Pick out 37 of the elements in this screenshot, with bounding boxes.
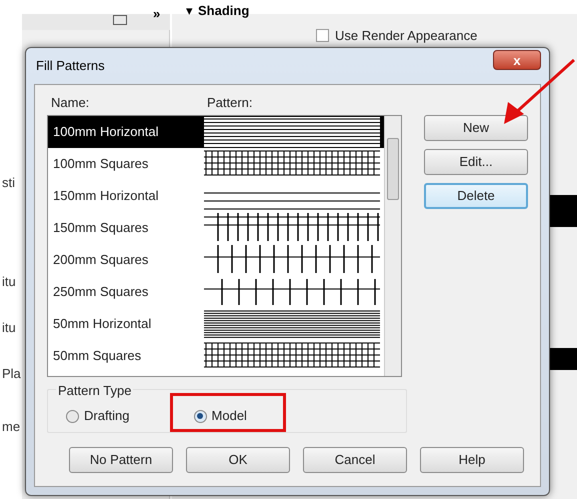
checkbox-label: Use Render Appearance	[335, 27, 478, 45]
panel-icon	[113, 15, 127, 25]
dialog-button[interactable]: New	[424, 115, 528, 141]
scrollbar[interactable]	[384, 116, 401, 376]
dark-bar	[550, 195, 577, 227]
property-label: itu	[2, 319, 16, 337]
dialog-button[interactable]: Cancel	[303, 447, 407, 473]
property-label: Pla	[2, 365, 21, 383]
dialog-button[interactable]: No Pattern	[69, 447, 173, 473]
dark-bar	[550, 348, 577, 370]
column-header: Name:	[50, 94, 90, 112]
checkbox[interactable]	[316, 29, 329, 42]
property-label: itu	[2, 273, 16, 291]
column-header: Pattern:	[207, 94, 253, 112]
radio-label: Drafting	[84, 407, 130, 426]
dialog-button[interactable]: Edit...	[424, 149, 528, 175]
section-header[interactable]: Shading	[198, 4, 250, 17]
window-title: Fill Patterns	[36, 57, 105, 76]
pattern-row[interactable]: 250mm Squares	[48, 276, 384, 308]
pattern-row[interactable]: 150mm Squares	[48, 212, 384, 244]
radio-button[interactable]	[66, 410, 79, 422]
pattern-row[interactable]: 200mm Squares	[48, 244, 384, 276]
pattern-row[interactable]: 50mm Squares	[48, 340, 384, 372]
panel-toggle[interactable]: »	[153, 7, 160, 20]
collapse-marker[interactable]: ▾	[186, 4, 193, 17]
radio-label: Model	[212, 407, 247, 426]
dialog-button[interactable]: Help	[420, 447, 524, 473]
pattern-row[interactable]: 100mm Squares	[48, 148, 384, 180]
dialog-button[interactable]: OK	[186, 447, 290, 473]
property-label: sti	[2, 174, 15, 192]
pattern-row[interactable]: 50mm Horizontal	[48, 308, 384, 340]
dialog-button[interactable]: Delete	[424, 183, 528, 209]
radio-button[interactable]	[194, 410, 207, 422]
pattern-row[interactable]: 150mm Horizontal	[48, 180, 384, 212]
pattern-row[interactable]: 100mm Horizontal	[48, 116, 384, 148]
property-label: me	[2, 418, 20, 436]
close-button[interactable]: x	[493, 50, 541, 70]
